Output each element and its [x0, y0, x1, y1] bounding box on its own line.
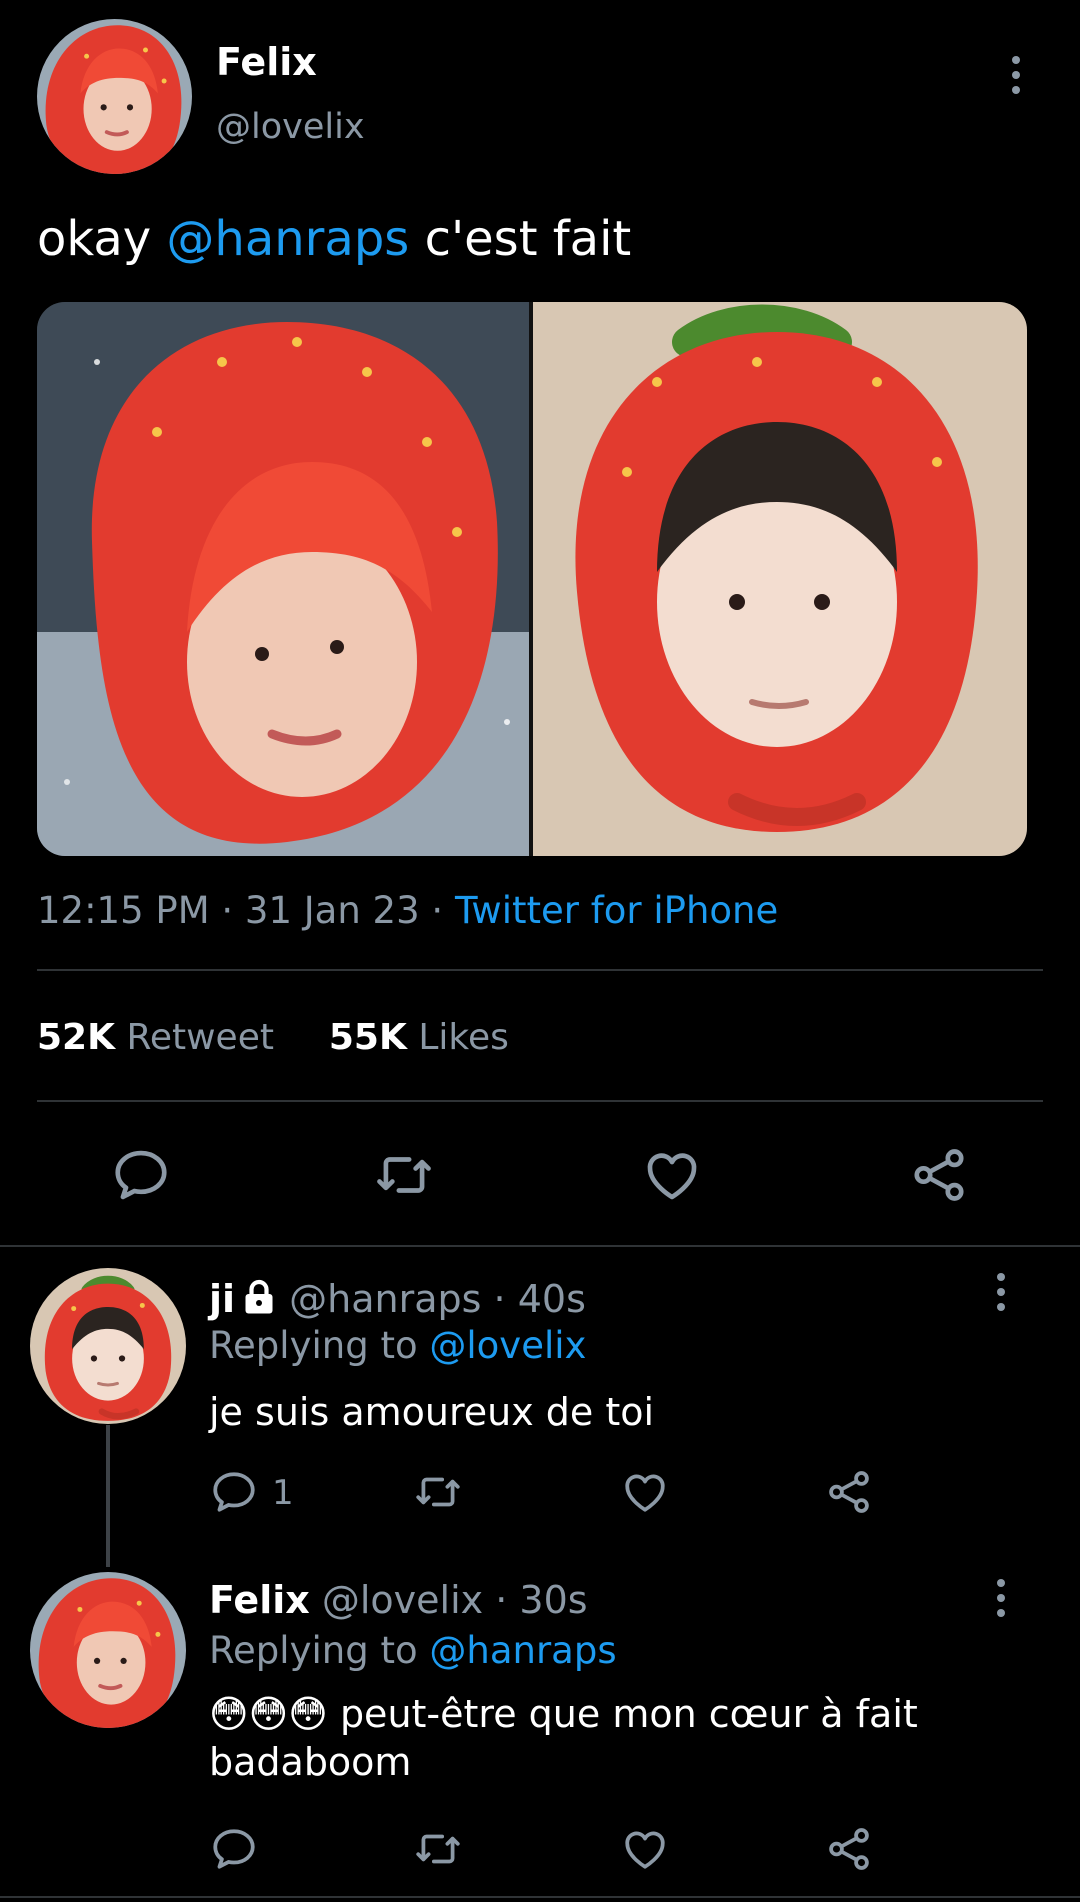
- replying-to-label: Replying to: [209, 1629, 418, 1672]
- replying-to-label: Replying to: [209, 1324, 418, 1367]
- author-handle[interactable]: @lovelix: [216, 104, 365, 150]
- tweet-text: okay @hanraps c'est fait: [37, 208, 631, 270]
- mention-link[interactable]: @hanraps: [166, 211, 409, 267]
- reply-text-line: peut-être que mon cœur à fait: [339, 1692, 918, 1736]
- reply-count: 1: [272, 1473, 294, 1513]
- replying-to: Replying to @lovelix: [209, 1321, 586, 1371]
- divider: [0, 1245, 1080, 1247]
- like-icon[interactable]: [620, 1467, 670, 1517]
- reply-avatar[interactable]: [30, 1268, 186, 1424]
- retweet-icon[interactable]: [373, 1144, 435, 1206]
- thread-line: [106, 1425, 110, 1567]
- divider: [37, 1100, 1043, 1102]
- tweet-text-prefix: okay: [37, 211, 152, 267]
- share-icon[interactable]: [824, 1467, 874, 1517]
- reply-text-line: badaboom: [209, 1740, 412, 1784]
- retweets-label: Retweet: [126, 1017, 274, 1058]
- like-icon[interactable]: [641, 1144, 703, 1206]
- share-icon[interactable]: [824, 1824, 874, 1874]
- reply-icon[interactable]: [110, 1144, 172, 1206]
- reply-text: 😳😳😳 peut-être que mon cœur à fait badabo…: [209, 1690, 1049, 1786]
- retweet-icon[interactable]: [413, 1467, 463, 1517]
- more-options-icon[interactable]: [994, 1578, 1008, 1618]
- retweets-count: 52K: [37, 1017, 115, 1058]
- flushed-face-emojis: 😳😳😳: [209, 1692, 328, 1736]
- more-options-icon[interactable]: [1009, 55, 1023, 95]
- reply-author-handle[interactable]: @hanraps: [289, 1277, 481, 1321]
- media-photo-left: [37, 302, 529, 856]
- share-icon[interactable]: [908, 1144, 970, 1206]
- divider: [37, 969, 1043, 971]
- meta-separator: ·: [495, 1578, 508, 1622]
- tweet-meta: 12:15 PM · 31 Jan 23 · Twitter for iPhon…: [37, 886, 778, 936]
- tweet-text-suffix: c'est fait: [424, 211, 632, 267]
- reply-text: je suis amoureux de toi: [209, 1390, 655, 1434]
- replying-to-link[interactable]: @lovelix: [429, 1324, 586, 1367]
- reply-icon[interactable]: [209, 1467, 259, 1517]
- reply-header: ji @hanraps · 40s: [209, 1274, 586, 1324]
- meta-separator: ·: [493, 1277, 506, 1321]
- reply-avatar[interactable]: [30, 1572, 186, 1728]
- reply-time: 30s: [519, 1578, 588, 1622]
- tweet-stats: 52K Retweet 55K Likes: [37, 1013, 509, 1063]
- reply-author-name[interactable]: ji: [209, 1277, 235, 1321]
- replying-to: Replying to @hanraps: [209, 1626, 617, 1676]
- likes-stat[interactable]: 55K Likes: [329, 1017, 509, 1058]
- reply-icon[interactable]: [209, 1824, 259, 1874]
- meta-separator: ·: [431, 889, 444, 932]
- tweet-source-link[interactable]: Twitter for iPhone: [455, 889, 778, 932]
- likes-count: 55K: [328, 1017, 407, 1058]
- tweet-date: 31 Jan 23: [244, 889, 420, 932]
- retweets-stat[interactable]: 52K Retweet: [37, 1017, 285, 1058]
- tweet-media[interactable]: [37, 302, 1027, 856]
- divider: [0, 1896, 1080, 1898]
- media-photo-right: [533, 302, 1027, 856]
- meta-separator: ·: [221, 889, 234, 932]
- replying-to-link[interactable]: @hanraps: [429, 1629, 616, 1672]
- author-avatar[interactable]: [37, 19, 192, 174]
- reply-author-handle[interactable]: @lovelix: [322, 1578, 483, 1622]
- likes-label: Likes: [418, 1017, 509, 1058]
- more-options-icon[interactable]: [994, 1272, 1008, 1312]
- tweet-time: 12:15 PM: [37, 889, 210, 932]
- reply-header: Felix @lovelix · 30s: [209, 1575, 588, 1625]
- retweet-icon[interactable]: [413, 1824, 463, 1874]
- like-icon[interactable]: [620, 1824, 670, 1874]
- author-name[interactable]: Felix: [216, 38, 317, 86]
- lock-icon: [241, 1279, 277, 1315]
- reply-time: 40s: [517, 1277, 586, 1321]
- reply-author-name[interactable]: Felix: [209, 1578, 310, 1622]
